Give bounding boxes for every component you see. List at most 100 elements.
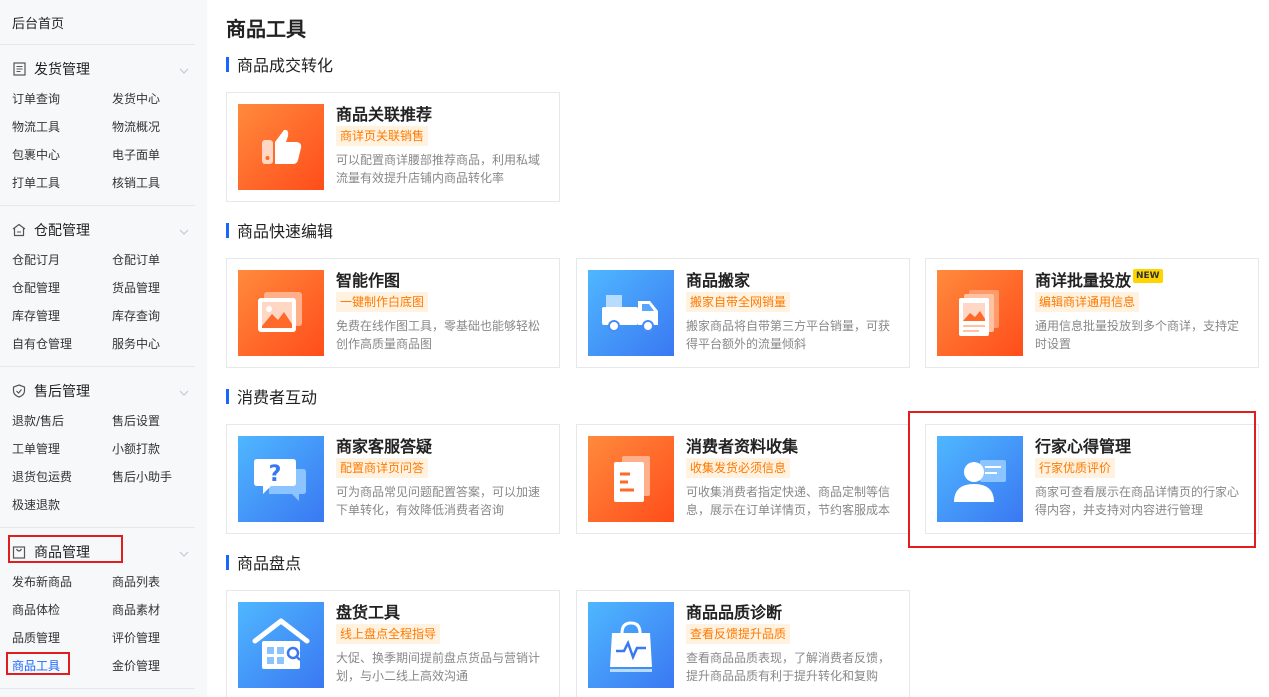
- sidebar-section-header[interactable]: 售后管理: [12, 380, 90, 402]
- thumbs-up-icon: [238, 104, 324, 190]
- sidebar: 后台首页 发货管理 订单查询 发货中心 物流工具 物流概况 包裹中心 电子面单 …: [0, 0, 207, 697]
- section-accent-bar: [226, 222, 229, 238]
- sidebar-item[interactable]: 极速退款: [12, 496, 60, 513]
- chevron-down-icon[interactable]: [178, 384, 190, 396]
- sidebar-item[interactable]: 仓配订单: [112, 251, 160, 268]
- tool-card[interactable]: 商详批量投放 NEW 编辑商详通用信息 通用信息批量投放到多个商详，支持定时设置: [925, 258, 1259, 368]
- sidebar-section-header[interactable]: 发货管理: [12, 58, 90, 80]
- sidebar-item[interactable]: 物流概况: [112, 118, 160, 135]
- card-title: 商详批量投放: [1035, 271, 1132, 290]
- main-content: 商品工具 商品成交转化 商品关联推荐 商详页关联销售 可以配置商详腰部推荐商品，…: [207, 0, 1269, 697]
- card-tag: 编辑商详通用信息: [1035, 292, 1140, 312]
- card-tag: 配置商详页问答: [336, 458, 429, 478]
- card-description: 可为商品常见问题配置答案，可以加速下单转化，有效降低消费者咨询: [336, 485, 541, 517]
- sidebar-item[interactable]: 退货包运费: [12, 468, 72, 485]
- chevron-down-icon[interactable]: [178, 223, 190, 235]
- sidebar-item[interactable]: 商品列表: [112, 573, 160, 590]
- sidebar-item[interactable]: 售后设置: [112, 412, 160, 429]
- card-title: 消费者资料收集: [686, 437, 799, 456]
- sidebar-item[interactable]: 包裹中心: [12, 146, 60, 163]
- chevron-down-icon[interactable]: [178, 62, 190, 74]
- question-chat-icon: ?: [238, 436, 324, 522]
- card-title: 盘货工具: [336, 603, 401, 622]
- sidebar-item[interactable]: 电子面单: [112, 146, 160, 163]
- card-tag: 查看反馈提升品质: [686, 624, 791, 644]
- section-title-text: 商品成交转化: [237, 56, 334, 75]
- sidebar-item[interactable]: 商品素材: [112, 601, 160, 618]
- sidebar-item[interactable]: 退款/售后: [12, 412, 64, 429]
- card-description: 查看商品品质表现，了解消费者反馈，提升商品品质有利于提升转化和复购: [686, 651, 891, 683]
- section-title-text: 商品盘点: [237, 554, 302, 573]
- sidebar-item[interactable]: 库存查询: [112, 307, 160, 324]
- tool-card[interactable]: ? 商家客服答疑 配置商详页问答 可为商品常见问题配置答案，可以加速下单转化，有…: [226, 424, 560, 534]
- sidebar-item[interactable]: 打单工具: [12, 174, 60, 191]
- sidebar-item[interactable]: 品质管理: [12, 629, 60, 646]
- sidebar-item[interactable]: 货品管理: [112, 279, 160, 296]
- highlight-box: [908, 411, 1256, 548]
- sidebar-item[interactable]: 发货中心: [112, 90, 160, 107]
- sidebar-item[interactable]: 售后小助手: [112, 468, 172, 485]
- section-title-text: 消费者互动: [237, 388, 318, 407]
- divider: [0, 205, 195, 206]
- card-title: 商品品质诊断: [686, 603, 783, 622]
- tool-card[interactable]: 盘货工具 线上盘点全程指导 大促、换季期间提前盘点货品与营销计划，与小二线上高效…: [226, 590, 560, 697]
- sidebar-item[interactable]: 小额打款: [112, 440, 160, 457]
- tool-card[interactable]: 商品品质诊断 查看反馈提升品质 查看商品品质表现，了解消费者反馈，提升商品品质有…: [576, 590, 910, 697]
- highlight-box: [6, 652, 70, 675]
- section-accent-bar: [226, 554, 229, 570]
- sidebar-item[interactable]: 商品体检: [12, 601, 60, 618]
- tool-card[interactable]: 消费者资料收集 收集发货必须信息 可收集消费者指定快递、商品定制等信息，展示在订…: [576, 424, 910, 534]
- page-title: 商品工具: [226, 17, 306, 41]
- section-title: 商品盘点: [226, 553, 302, 573]
- sidebar-item[interactable]: 库存管理: [12, 307, 60, 324]
- section-title: 消费者互动: [226, 387, 318, 407]
- chevron-down-icon[interactable]: [178, 545, 190, 557]
- sidebar-item[interactable]: 仓配订月: [12, 251, 60, 268]
- sidebar-item[interactable]: 工单管理: [12, 440, 60, 457]
- sidebar-item[interactable]: 仓配管理: [12, 279, 60, 296]
- sidebar-home-link[interactable]: 后台首页: [12, 13, 64, 32]
- sidebar-item[interactable]: 订单查询: [12, 90, 60, 107]
- shield-icon: [12, 384, 26, 398]
- card-title: 智能作图: [336, 271, 401, 290]
- tool-card[interactable]: 商品关联推荐 商详页关联销售 可以配置商详腰部推荐商品，利用私域流量有效提升店铺…: [226, 92, 560, 202]
- form-icon: [588, 436, 674, 522]
- card-tag: 搬家自带全网销量: [686, 292, 791, 312]
- divider: [0, 44, 195, 45]
- truck-icon: [588, 270, 674, 356]
- section-title: 商品成交转化: [226, 55, 334, 75]
- card-description: 可收集消费者指定快递、商品定制等信息，展示在订单详情页，节约客服成本: [686, 485, 891, 517]
- sidebar-section-header[interactable]: 仓配管理: [12, 219, 90, 241]
- sidebar-section-title: 售后管理: [34, 384, 90, 400]
- card-description: 通用信息批量投放到多个商详，支持定时设置: [1035, 319, 1240, 351]
- tool-card[interactable]: 智能作图 一键制作白底图 免费在线作图工具，零基础也能够轻松创作高质量商品图: [226, 258, 560, 368]
- section-title-text: 商品快速编辑: [237, 222, 334, 241]
- section-title: 商品快速编辑: [226, 221, 334, 241]
- card-title: 商品搬家: [686, 271, 751, 290]
- card-title: 商品关联推荐: [336, 105, 433, 124]
- warehouse-icon: [12, 223, 26, 237]
- new-badge: NEW: [1133, 269, 1163, 283]
- image-icon: [238, 270, 324, 356]
- store-search-icon: [238, 602, 324, 688]
- sidebar-item[interactable]: 物流工具: [12, 118, 60, 135]
- section-accent-bar: [226, 388, 229, 404]
- card-description: 可以配置商详腰部推荐商品，利用私域流量有效提升店铺内商品转化率: [336, 153, 541, 185]
- sidebar-item[interactable]: 服务中心: [112, 335, 160, 352]
- card-description: 大促、换季期间提前盘点货品与营销计划，与小二线上高效沟通: [336, 651, 541, 683]
- sidebar-item[interactable]: 发布新商品: [12, 573, 72, 590]
- card-description: 搬家商品将自带第三方平台销量，可获得平台额外的流量倾斜: [686, 319, 891, 351]
- card-tag: 线上盘点全程指导: [336, 624, 441, 644]
- divider: [0, 366, 195, 367]
- sidebar-section-title: 发货管理: [34, 62, 90, 78]
- card-tag: 一键制作白底图: [336, 292, 429, 312]
- bag-pulse-icon: [588, 602, 674, 688]
- tool-card[interactable]: 商品搬家 搬家自带全网销量 搬家商品将自带第三方平台销量，可获得平台额外的流量倾…: [576, 258, 910, 368]
- stacked-images-icon: [937, 270, 1023, 356]
- sidebar-item[interactable]: 金价管理: [112, 657, 160, 674]
- sidebar-item[interactable]: 自有仓管理: [12, 335, 72, 352]
- sidebar-item[interactable]: 评价管理: [112, 629, 160, 646]
- card-tag: 收集发货必须信息: [686, 458, 791, 478]
- sidebar-item[interactable]: 核销工具: [112, 174, 160, 191]
- document-icon: [12, 62, 26, 76]
